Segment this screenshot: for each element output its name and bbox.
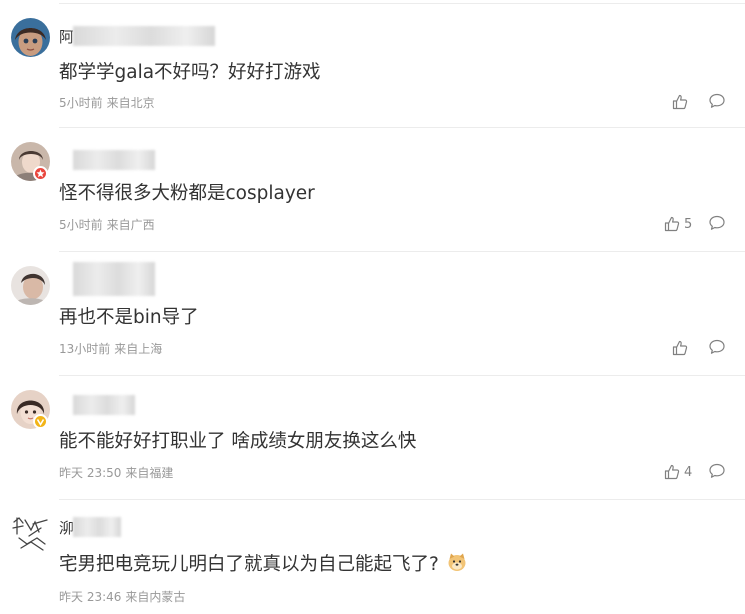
reply-button[interactable]: [708, 462, 726, 480]
comment-time: 昨天 23:46: [59, 590, 122, 604]
comment-bubble-icon: [709, 463, 725, 478]
comment-meta: 昨天 23:50 来自福建: [59, 464, 177, 481]
thumbs-up-icon: [672, 94, 688, 110]
comment-location: 来自福建: [125, 466, 174, 480]
username-blurred: [73, 150, 155, 170]
comment-text: 都学学gala不好吗？好好打游戏: [59, 62, 321, 83]
comment-text-content: 宅男把电竞玩儿明白了就真以为自己能起飞了?: [59, 554, 439, 575]
thumbs-up-icon: [664, 464, 680, 480]
username-blurred: [73, 262, 155, 296]
comment-time: 13小时前: [59, 342, 111, 356]
username[interactable]: 泖: [59, 515, 121, 539]
comment-bubble-icon: [709, 215, 725, 230]
like-count: 4: [684, 464, 693, 480]
reply-button[interactable]: [708, 214, 726, 232]
username[interactable]: [59, 393, 135, 417]
username-blurred: [73, 26, 215, 46]
comment-text: 能不能好好打职业了 啥成绩女朋友换这么快: [59, 431, 417, 452]
reply-button[interactable]: [708, 338, 726, 356]
username[interactable]: [59, 262, 155, 296]
avatar[interactable]: [11, 514, 50, 553]
username-blurred: [73, 517, 121, 537]
comment-location: 来自广西: [106, 218, 155, 232]
username-blurred: [73, 395, 135, 415]
comment-item: 泖 宅男把电竞玩儿明白了就真以为自己能起飞了? 昨天 23:46 来自内蒙古: [0, 500, 745, 614]
like-button[interactable]: 4: [664, 462, 692, 482]
doge-emoji-icon: [447, 552, 467, 577]
comment-time: 5小时前: [59, 218, 103, 232]
thumbs-up-icon: [664, 216, 680, 232]
username[interactable]: 阿: [59, 24, 215, 48]
comment-location: 来自内蒙古: [125, 590, 186, 604]
comment-meta: 昨天 23:46 来自内蒙古: [59, 588, 189, 605]
username-visible-char: 阿: [59, 27, 73, 46]
comment-location: 来自北京: [106, 96, 155, 110]
comment-text: 怪不得很多大粉都是cosplayer: [59, 183, 315, 204]
username[interactable]: [59, 148, 155, 172]
like-button[interactable]: 5: [664, 214, 692, 234]
comment-meta: 5小时前 来自广西: [59, 216, 159, 233]
comment-meta: 13小时前 来自上海: [59, 340, 166, 357]
comment-text: 再也不是bin导了: [59, 307, 199, 328]
comment-item: 阿 都学学gala不好吗？好好打游戏 5小时前 来自北京: [0, 4, 745, 128]
comment-location: 来自上海: [114, 342, 163, 356]
comment-item: 怪不得很多大粉都是cosplayer 5小时前 来自广西 5: [0, 128, 745, 252]
comment-meta: 5小时前 来自北京: [59, 94, 159, 111]
username-visible-char: 泖: [59, 518, 73, 537]
comment-text: 宅男把电竞玩儿明白了就真以为自己能起飞了?: [59, 550, 467, 577]
vip-badge: [33, 166, 48, 181]
thumbs-up-icon: [672, 340, 688, 356]
avatar[interactable]: [11, 18, 50, 57]
like-button[interactable]: [672, 92, 692, 112]
comment-bubble-icon: [709, 339, 725, 354]
comment-item: 能不能好好打职业了 啥成绩女朋友换这么快 昨天 23:50 来自福建 4: [0, 376, 745, 500]
comment-time: 昨天 23:50: [59, 466, 122, 480]
avatar[interactable]: [11, 266, 50, 305]
comment-item: 再也不是bin导了 13小时前 来自上海: [0, 252, 745, 376]
like-button[interactable]: [672, 338, 692, 358]
verified-badge: [33, 414, 48, 429]
reply-button[interactable]: [708, 92, 726, 110]
comment-time: 5小时前: [59, 96, 103, 110]
like-count: 5: [684, 216, 693, 232]
comment-bubble-icon: [709, 93, 725, 108]
